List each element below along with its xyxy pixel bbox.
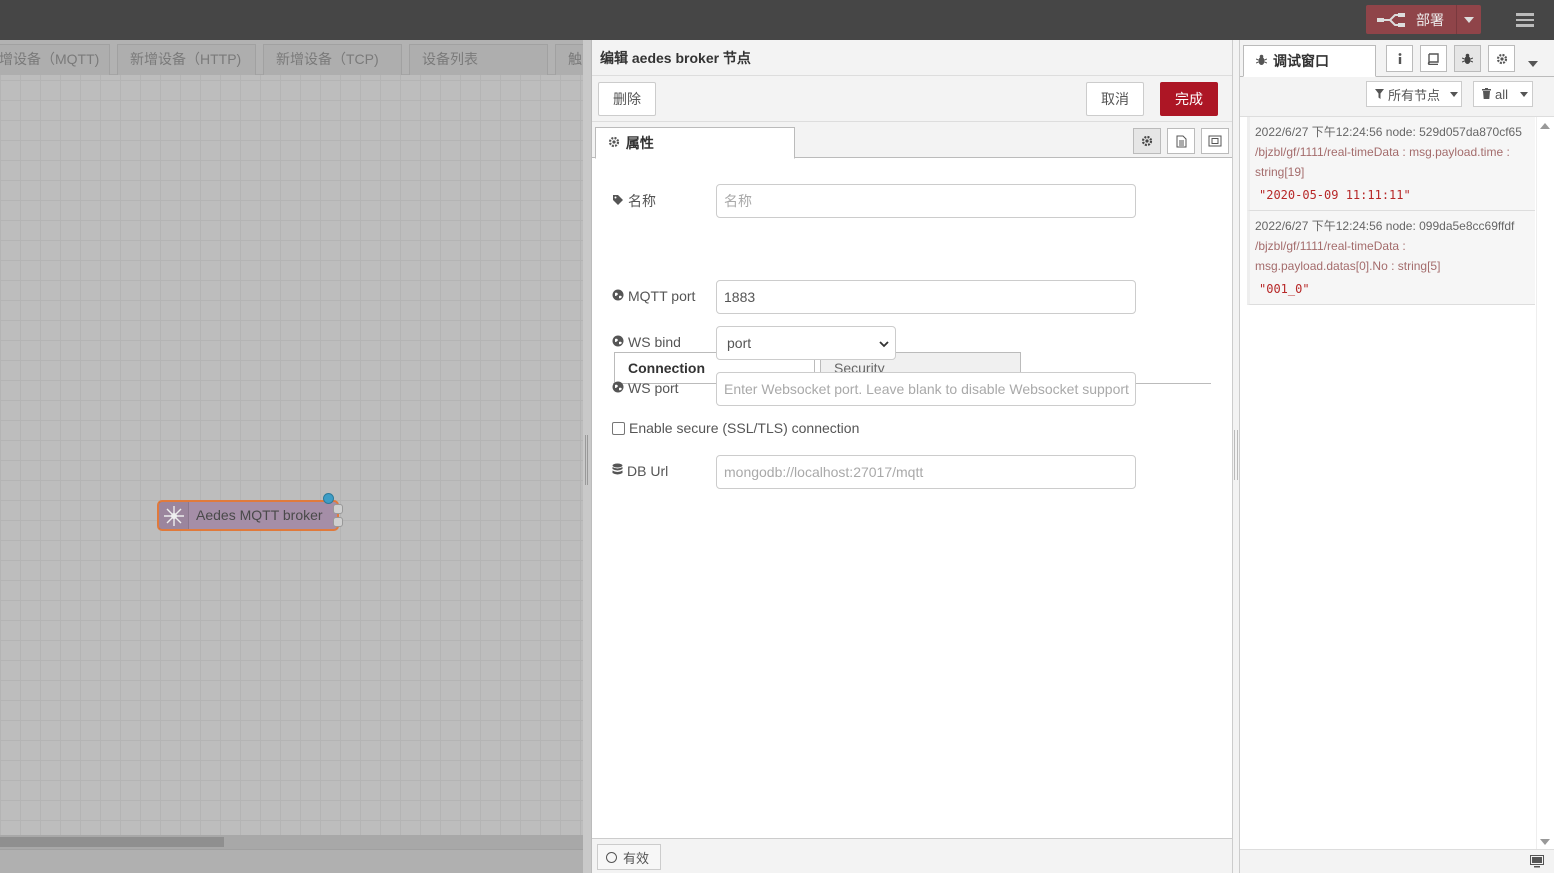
tab-debug-label: 调试窗口: [1273, 53, 1329, 69]
node-label: Aedes MQTT broker: [196, 507, 323, 523]
tab-add-device-mqtt[interactable]: 增设备（MQTT): [0, 44, 110, 75]
database-icon: [612, 463, 623, 479]
chevron-down-icon: [879, 335, 889, 351]
db-url-label: DB Url: [612, 463, 668, 479]
workspace-footer: [0, 849, 583, 873]
workspace-scrollbar[interactable]: [0, 835, 583, 849]
deploy-label: 部署: [1416, 11, 1444, 28]
clear-messages-dropdown[interactable]: all: [1473, 81, 1533, 107]
sidebar: 调试窗口 所有节点 all 2022/6/27 下午12:24:56 node:…: [1240, 40, 1554, 873]
trash-icon: [1482, 87, 1491, 102]
message-topic: /bjzbl/gf/1111/real-timeData : msg.paylo…: [1255, 145, 1510, 179]
name-input[interactable]: 名称: [716, 184, 1136, 218]
deploy-icon: [1366, 5, 1416, 34]
sidebar-menu-caret-icon[interactable]: [1528, 54, 1538, 70]
tray-resize-handle[interactable]: [583, 40, 591, 873]
tray-title: 编辑 aedes broker 节点: [592, 40, 1232, 76]
tab-device-list[interactable]: 设备列表: [409, 44, 548, 75]
edit-tray: 编辑 aedes broker 节点 删除 取消 完成 属性 名称 名称 Con…: [591, 40, 1233, 873]
tray-tabs: 属性: [592, 122, 1232, 159]
circle-icon: [606, 851, 617, 863]
node-settings-icon[interactable]: [1133, 128, 1161, 154]
node-changed-indicator: [323, 493, 334, 504]
deploy-button[interactable]: 部署: [1366, 5, 1481, 34]
message-meta: 2022/6/27 下午12:24:56 node: 099da5e8cc69f…: [1255, 219, 1515, 233]
message-topic: /bjzbl/gf/1111/real-timeData : msg.paylo…: [1255, 239, 1441, 273]
app-header: 部署: [0, 0, 1554, 40]
secure-checkbox[interactable]: [612, 422, 625, 435]
filter-icon: [1375, 87, 1384, 102]
ws-bind-select[interactable]: port: [716, 326, 896, 360]
tab-properties[interactable]: 属性: [595, 127, 795, 159]
ws-bind-selected: port: [727, 335, 752, 351]
sidebar-tabs: 调试窗口: [1240, 40, 1554, 77]
filter-label: 所有节点: [1388, 87, 1441, 103]
globe-icon: [612, 334, 624, 350]
secure-label: Enable secure (SSL/TLS) connection: [629, 420, 860, 436]
tab-trigger[interactable]: 触: [555, 44, 583, 75]
debug-toolbar: 所有节点 all: [1240, 77, 1554, 117]
cancel-button[interactable]: 取消: [1086, 82, 1144, 116]
tray-footer: 有效: [592, 838, 1233, 873]
ws-port-label: WS port: [612, 380, 679, 396]
node-enabled-toggle[interactable]: 有效: [597, 844, 661, 870]
tray-toolbar: 删除 取消 完成: [592, 76, 1232, 122]
sidebar-splitter[interactable]: [1232, 40, 1240, 873]
debug-bug-icon[interactable]: [1454, 45, 1481, 72]
aedes-broker-node[interactable]: Aedes MQTT broker: [157, 493, 343, 531]
gear-icon: [608, 128, 622, 158]
enabled-label: 有效: [623, 850, 650, 866]
config-gear-icon[interactable]: [1488, 45, 1515, 72]
ws-bind-label: WS bind: [612, 334, 681, 350]
mqtt-port-input[interactable]: 1883: [716, 280, 1136, 314]
name-row-label: 名称: [612, 191, 656, 211]
globe-icon: [612, 380, 624, 396]
delete-button[interactable]: 删除: [598, 82, 656, 116]
ws-port-input[interactable]: Enter Websocket port. Leave blank to dis…: [716, 372, 1136, 406]
info-icon[interactable]: [1386, 45, 1413, 72]
sidebar-footer: [1240, 849, 1554, 873]
tab-properties-label: 属性: [625, 135, 654, 151]
workspace-canvas[interactable]: 增设备（MQTT) 新增设备（HTTP) 新增设备（TCP) 设备列表 触 Ae…: [0, 40, 583, 873]
debug-message[interactable]: 2022/6/27 下午12:24:56 node: 099da5e8cc69f…: [1247, 211, 1535, 305]
deploy-dropdown-icon[interactable]: [1456, 5, 1481, 34]
mqtt-port-label: MQTT port: [612, 288, 695, 304]
globe-icon: [612, 288, 624, 304]
tag-icon: [612, 193, 624, 209]
output-port-2[interactable]: [333, 517, 343, 527]
message-value: "2020-05-09 11:11:11": [1259, 188, 1411, 202]
main-menu-icon[interactable]: [1510, 8, 1540, 32]
message-value: "001_0": [1259, 282, 1310, 296]
appearance-icon[interactable]: [1201, 128, 1229, 154]
output-port-1[interactable]: [333, 504, 343, 514]
debug-scrollbar[interactable]: [1536, 117, 1552, 849]
db-url-input[interactable]: mongodb://localhost:27017/mqtt: [716, 455, 1136, 489]
bug-icon: [1255, 46, 1268, 76]
tab-add-device-tcp[interactable]: 新增设备（TCP): [263, 44, 402, 75]
message-meta: 2022/6/27 下午12:24:56 node: 529d057da870c…: [1255, 125, 1522, 139]
monitor-icon[interactable]: [1530, 855, 1544, 871]
debug-messages: 2022/6/27 下午12:24:56 node: 529d057da870c…: [1247, 117, 1535, 305]
broker-node-icon: [159, 502, 189, 529]
workspace-tabs: 增设备（MQTT) 新增设备（HTTP) 新增设备（TCP) 设备列表 触: [0, 40, 583, 75]
done-button[interactable]: 完成: [1160, 82, 1218, 116]
tab-debug[interactable]: 调试窗口: [1243, 45, 1376, 77]
tab-add-device-http[interactable]: 新增设备（HTTP): [117, 44, 256, 75]
debug-message[interactable]: 2022/6/27 下午12:24:56 node: 529d057da870c…: [1247, 117, 1535, 211]
description-icon[interactable]: [1167, 128, 1195, 154]
help-book-icon[interactable]: [1420, 45, 1447, 72]
filter-nodes-dropdown[interactable]: 所有节点: [1366, 81, 1462, 107]
clear-label: all: [1495, 86, 1509, 102]
